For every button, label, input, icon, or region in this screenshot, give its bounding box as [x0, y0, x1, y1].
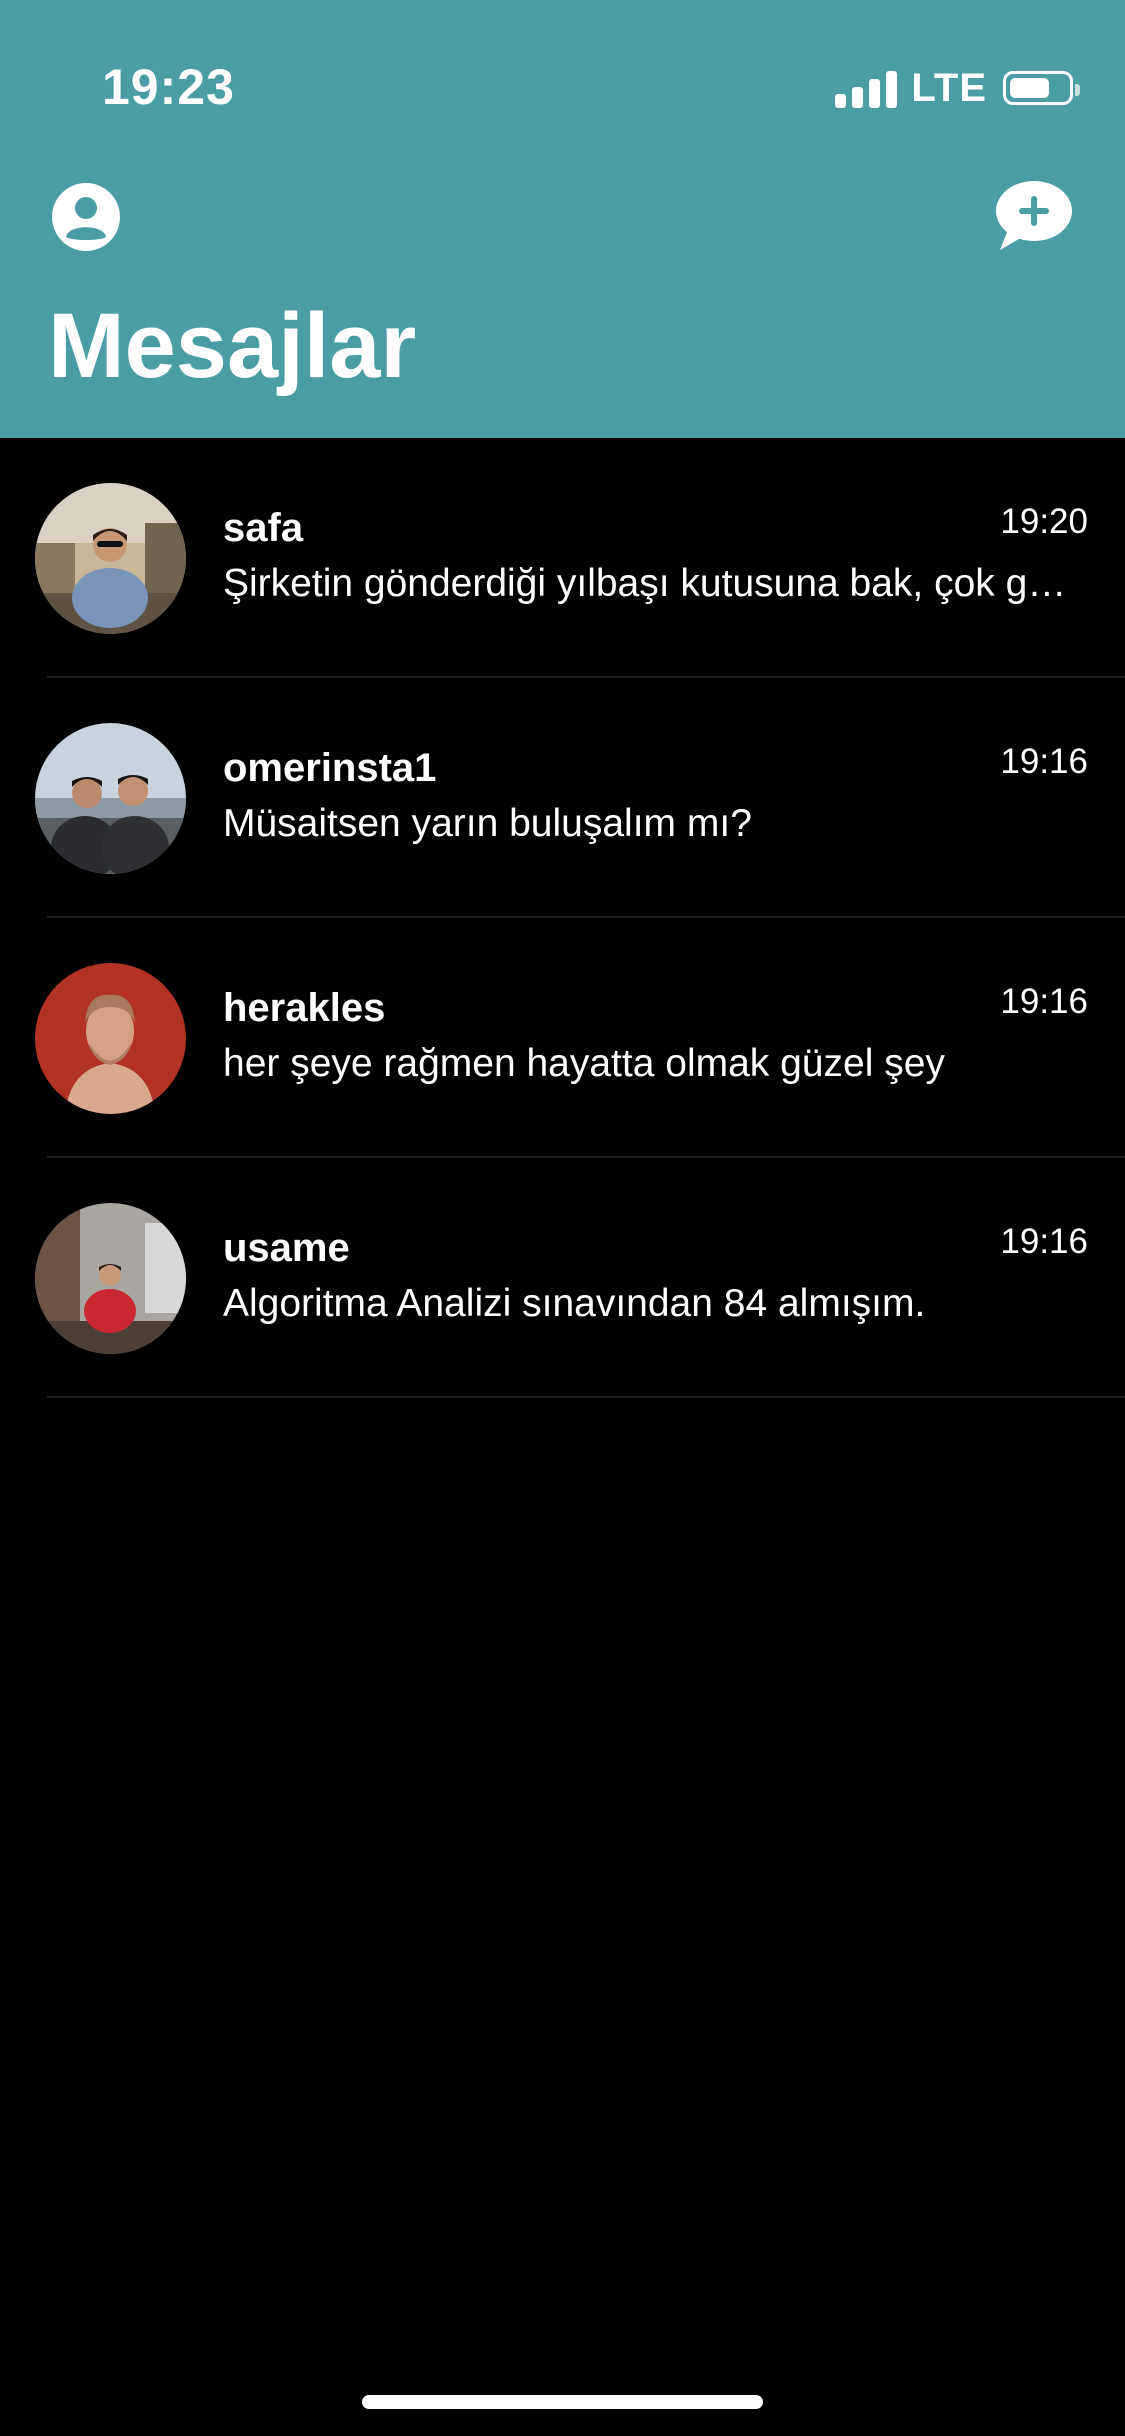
last-message: Şirketin gönderdiği yılbaşı kutusuna bak…: [223, 562, 1073, 605]
contact-name: herakles: [223, 986, 386, 1030]
avatar: [35, 483, 186, 634]
new-message-button[interactable]: [994, 180, 1074, 252]
new-message-icon: [996, 181, 1072, 250]
conversation-row-herakles[interactable]: herakles 19:16 her şeye rağmen hayatta o…: [0, 918, 1125, 1158]
contact-name: safa: [223, 506, 304, 550]
conversation-row-omerinsta1[interactable]: omerinsta1 19:16 Müsaitsen yarın buluşal…: [0, 678, 1125, 918]
profile-button[interactable]: [52, 183, 120, 251]
message-time: 19:16: [1000, 742, 1088, 781]
signal-icon: [835, 68, 898, 108]
home-indicator[interactable]: [362, 2395, 763, 2409]
message-time: 19:16: [1000, 982, 1088, 1021]
message-time: 19:20: [1000, 502, 1088, 541]
message-time: 19:16: [1000, 1222, 1088, 1261]
profile-icon: [52, 183, 120, 251]
last-message: Algoritma Analizi sınavından 84 almışım.: [223, 1282, 926, 1325]
conversation-list: safa 19:20 Şirketin gönderdiği yılbaşı k…: [0, 438, 1125, 1398]
network-type: LTE: [911, 65, 987, 110]
conversation-row-usame[interactable]: usame 19:16 Algoritma Analizi sınavından…: [0, 1158, 1125, 1398]
last-message: Müsaitsen yarın buluşalım mı?: [223, 802, 752, 845]
last-message: her şeye rağmen hayatta olmak güzel şey: [223, 1042, 945, 1085]
row-divider: [47, 1396, 1125, 1398]
app-header: 19:23 LTE Mesajlar: [0, 0, 1125, 438]
avatar: [35, 1203, 186, 1354]
contact-name: omerinsta1: [223, 746, 437, 790]
conversation-row-safa[interactable]: safa 19:20 Şirketin gönderdiği yılbaşı k…: [0, 438, 1125, 678]
page-title: Mesajlar: [48, 295, 417, 397]
status-icons: LTE: [835, 64, 1080, 112]
status-time: 19:23: [102, 59, 235, 115]
avatar: [35, 723, 186, 874]
contact-name: usame: [223, 1226, 350, 1270]
avatar: [35, 963, 186, 1114]
battery-icon: [1003, 71, 1080, 105]
